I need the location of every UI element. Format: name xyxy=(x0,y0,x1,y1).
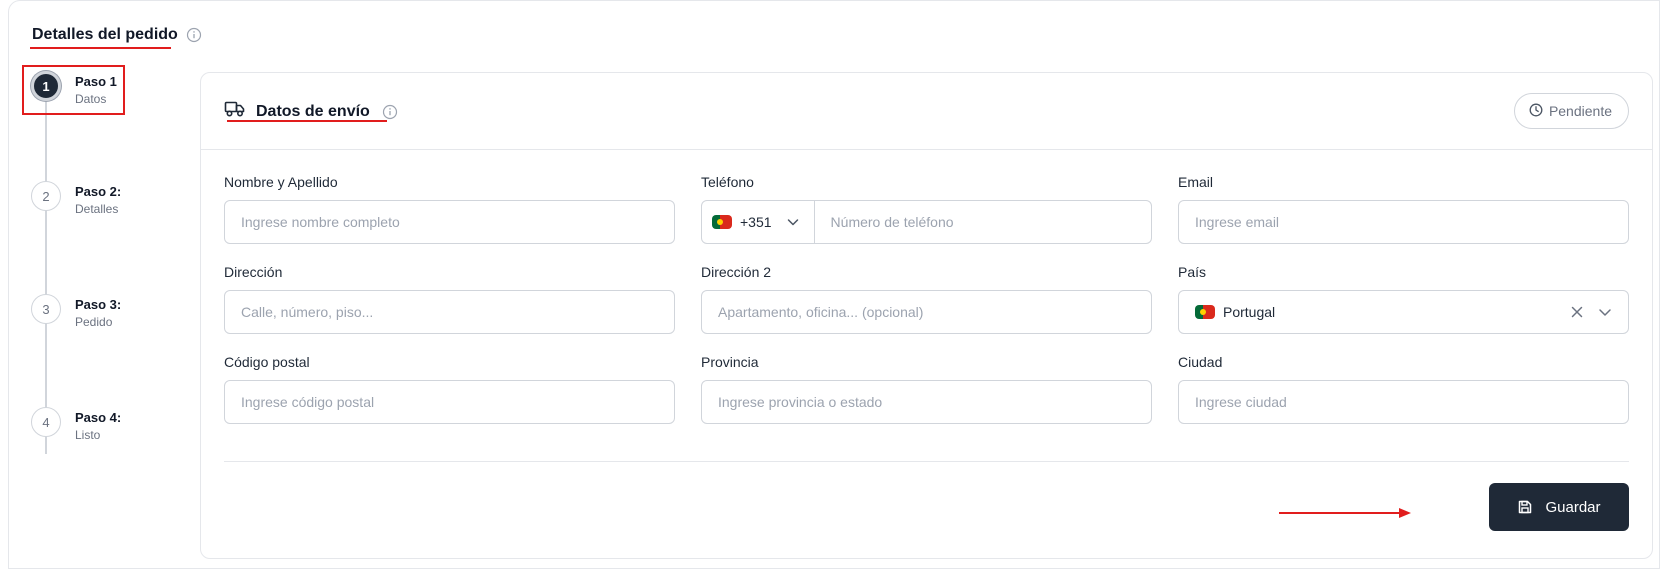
phone-prefix: +351 xyxy=(740,214,772,230)
chevron-down-icon xyxy=(786,215,800,229)
info-icon[interactable] xyxy=(186,27,202,43)
page-title: Detalles del pedido xyxy=(32,26,178,43)
step-4-title: Paso 4: xyxy=(75,410,122,425)
stepper-line xyxy=(45,99,47,454)
address-label: Dirección xyxy=(224,264,283,280)
step-3[interactable]: 3 Paso 3: Pedido xyxy=(31,294,121,330)
step-4-number: 4 xyxy=(31,407,61,437)
address2-input[interactable] xyxy=(718,304,1135,320)
name-label: Nombre y Apellido xyxy=(224,174,338,190)
shipping-card: Datos de envío Pendiente Nombre y Apelli… xyxy=(200,72,1653,559)
email-input[interactable] xyxy=(1195,214,1612,230)
address-input[interactable] xyxy=(241,304,658,320)
annotation-box-step-1 xyxy=(22,65,125,115)
city-field: Ciudad xyxy=(1178,353,1629,424)
step-2-subtitle: Detalles xyxy=(75,202,119,216)
step-3-title: Paso 3: xyxy=(75,297,122,312)
phone-country-select[interactable]: +351 xyxy=(702,201,815,243)
portugal-flag-icon xyxy=(712,215,732,229)
info-icon[interactable] xyxy=(382,104,398,120)
clear-icon[interactable] xyxy=(1570,305,1584,319)
step-4[interactable]: 4 Paso 4: Listo xyxy=(31,407,121,443)
step-2-number: 2 xyxy=(31,181,61,211)
postal-field: Código postal xyxy=(224,353,675,424)
email-label: Email xyxy=(1178,174,1214,190)
country-value: Portugal xyxy=(1223,304,1276,320)
form-divider xyxy=(224,461,1629,462)
annotation-underline-card-title xyxy=(227,120,387,122)
province-input[interactable] xyxy=(718,394,1135,410)
postal-label: Código postal xyxy=(224,354,310,370)
portugal-flag-icon xyxy=(1195,305,1215,319)
name-input[interactable] xyxy=(241,214,658,230)
address2-field: Dirección 2 xyxy=(701,263,1152,334)
country-select[interactable]: Portugal xyxy=(1178,290,1629,334)
step-4-subtitle: Listo xyxy=(75,428,101,442)
step-2[interactable]: 2 Paso 2: Detalles xyxy=(31,181,121,217)
phone-input[interactable] xyxy=(830,214,1151,230)
step-3-subtitle: Pedido xyxy=(75,315,113,329)
postal-input[interactable] xyxy=(241,394,658,410)
order-details-page: Detalles del pedido 1 Paso 1 Datos 2 Pas… xyxy=(8,0,1660,569)
city-input[interactable] xyxy=(1195,394,1612,410)
country-field: País Portugal xyxy=(1178,263,1629,334)
phone-label: Teléfono xyxy=(701,174,754,190)
address2-label: Dirección 2 xyxy=(701,264,772,280)
annotation-arrow xyxy=(1279,508,1411,518)
status-badge: Pendiente xyxy=(1513,93,1629,129)
step-2-title: Paso 2: xyxy=(75,184,122,199)
city-label: Ciudad xyxy=(1178,354,1223,370)
page-header: Detalles del pedido xyxy=(32,26,202,44)
step-3-number: 3 xyxy=(31,294,61,324)
save-label: Guardar xyxy=(1545,498,1601,516)
email-field: Email xyxy=(1178,173,1629,244)
card-title: Datos de envío xyxy=(256,102,370,120)
save-icon xyxy=(1517,499,1533,515)
country-label: País xyxy=(1178,264,1207,280)
chevron-down-icon[interactable] xyxy=(1598,305,1612,319)
clock-icon xyxy=(1529,103,1543,120)
province-label: Provincia xyxy=(701,354,759,370)
phone-field: Teléfono +351 xyxy=(701,173,1152,244)
province-field: Provincia xyxy=(701,353,1152,424)
card-header: Datos de envío Pendiente xyxy=(201,73,1652,150)
save-button[interactable]: Guardar xyxy=(1489,483,1629,531)
annotation-underline-title xyxy=(30,47,171,49)
address-field: Dirección xyxy=(224,263,675,334)
name-field: Nombre y Apellido xyxy=(224,173,675,244)
status-text: Pendiente xyxy=(1548,103,1612,119)
